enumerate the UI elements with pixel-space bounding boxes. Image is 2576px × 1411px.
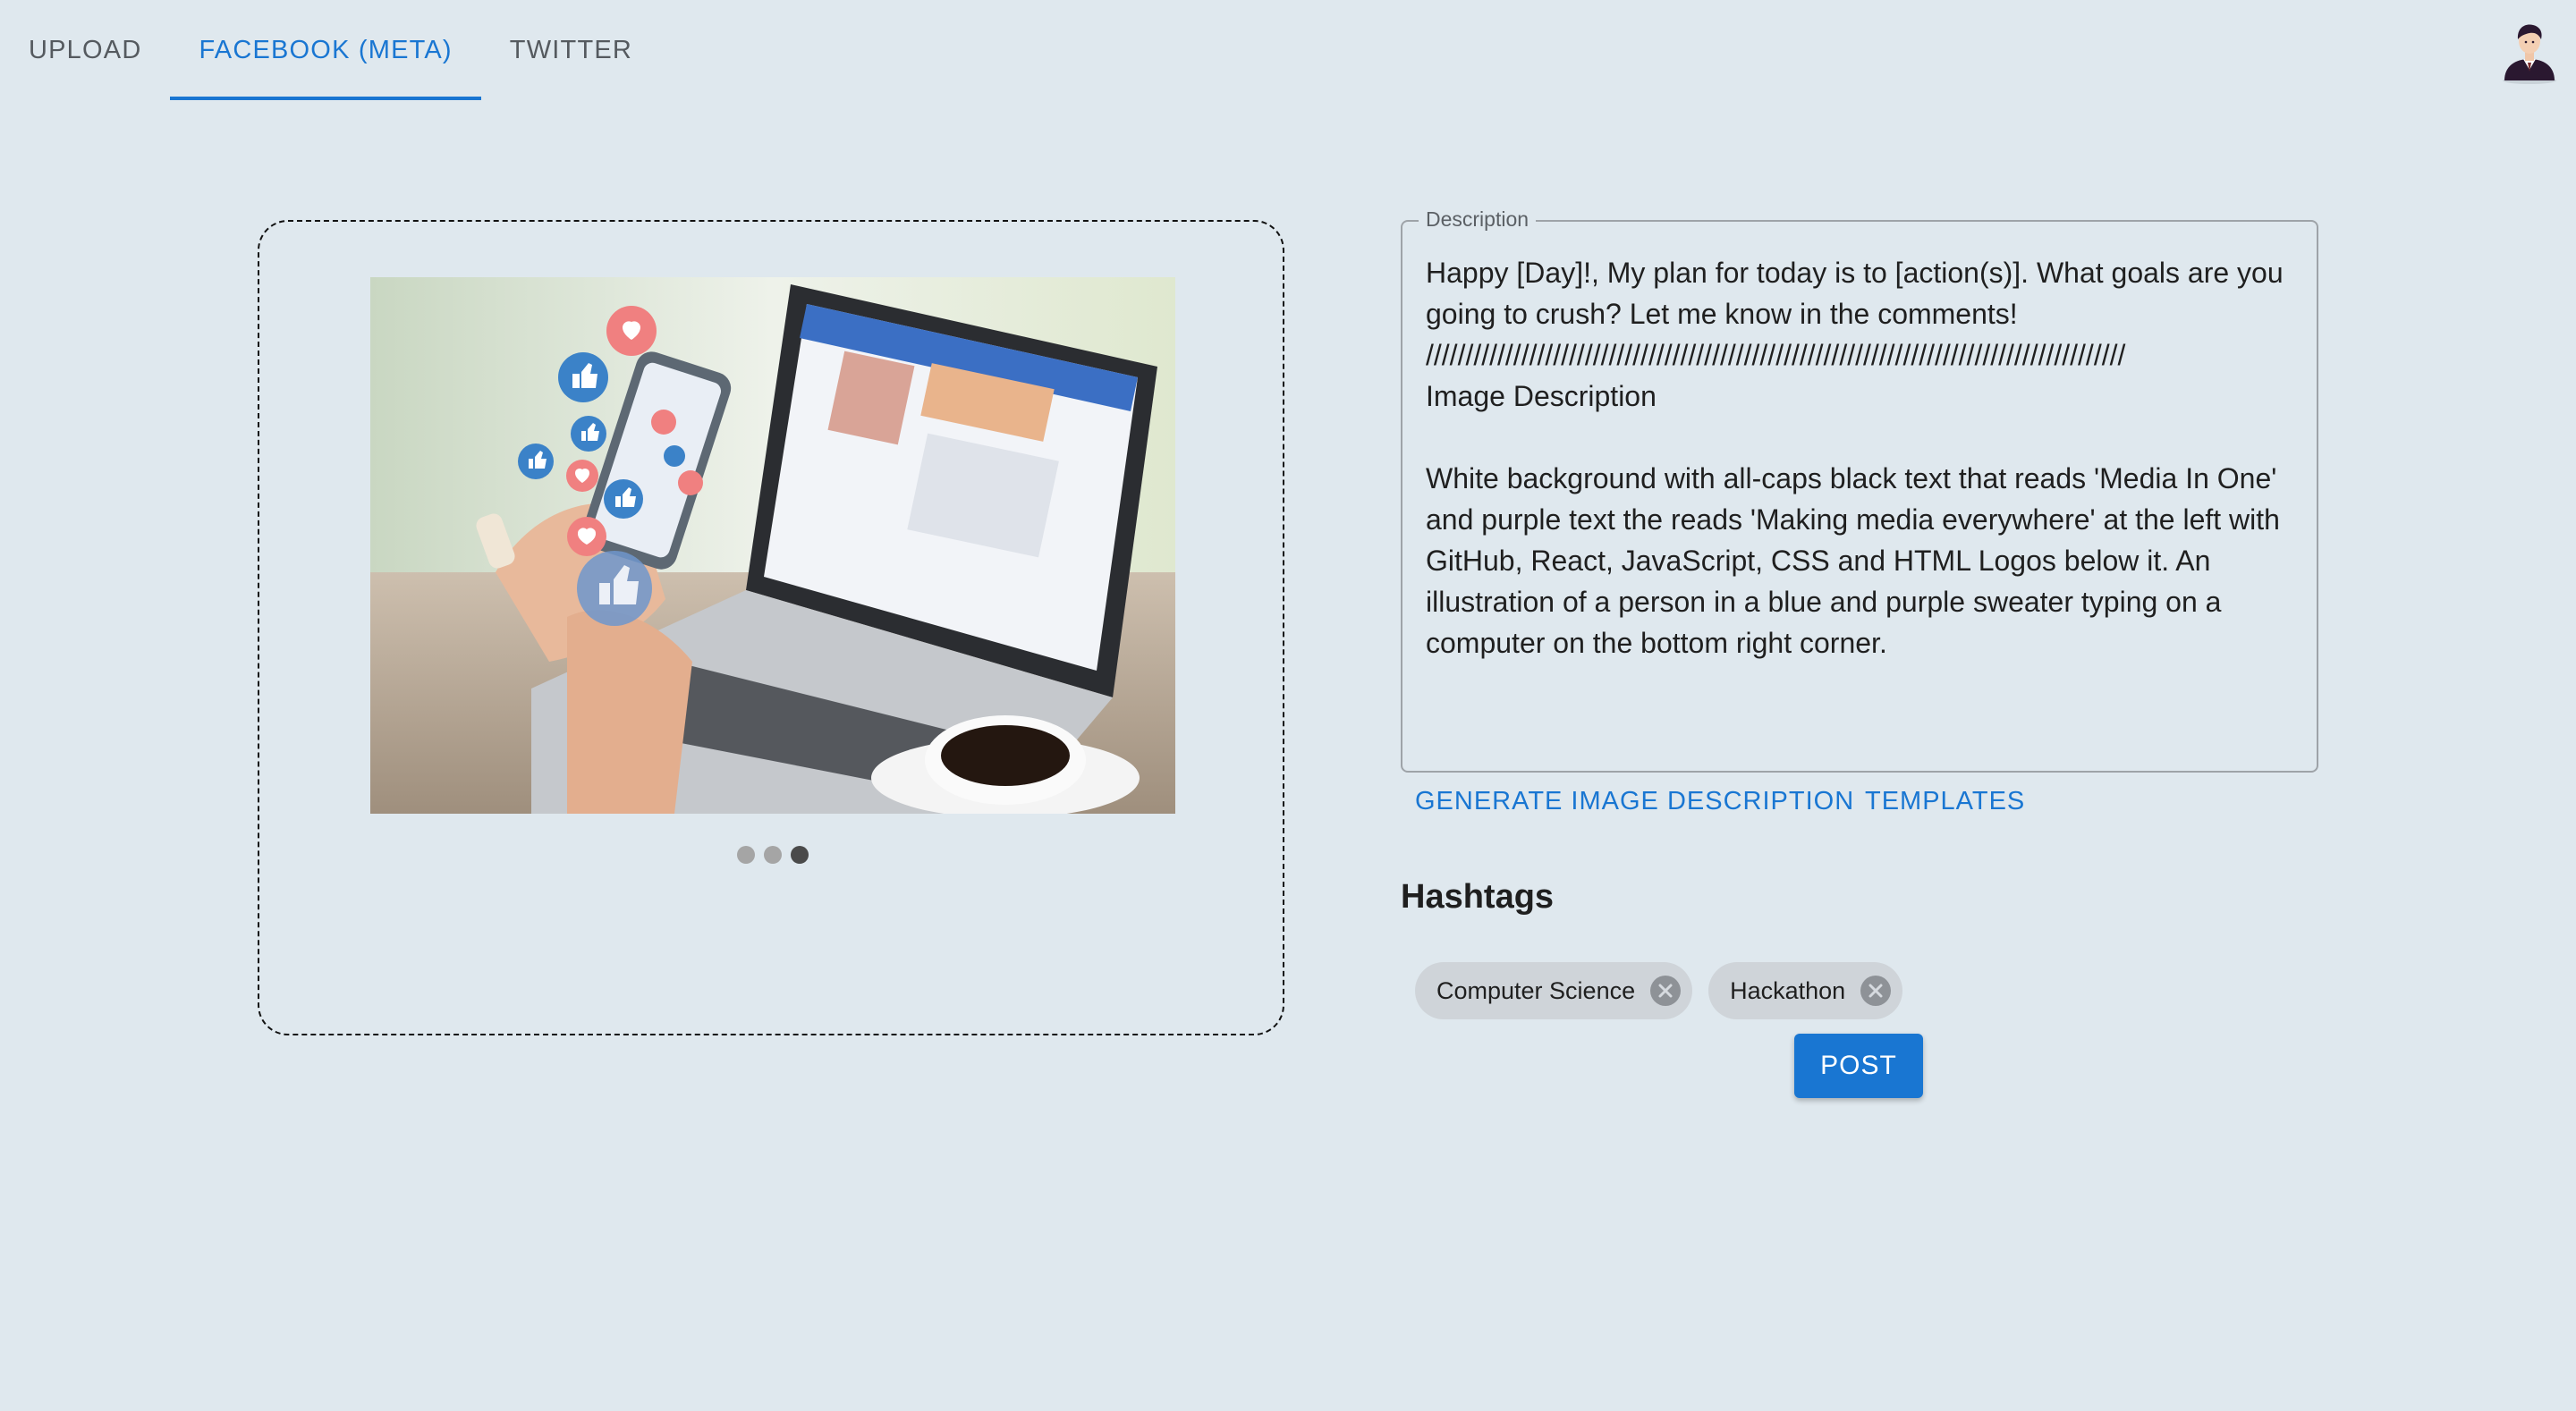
- templates-button[interactable]: TEMPLATES: [1865, 787, 2025, 816]
- hashtag-chip[interactable]: Computer Science: [1415, 962, 1693, 1019]
- image-dropzone[interactable]: [258, 220, 1284, 1035]
- tab-twitter[interactable]: TWITTER: [481, 0, 661, 100]
- carousel-dot-1[interactable]: [737, 846, 755, 864]
- social-media-photo-icon: [370, 277, 1175, 814]
- post-button[interactable]: POST: [1794, 1034, 1923, 1098]
- hashtag-chip-label: Computer Science: [1436, 976, 1636, 1004]
- hashtag-chip[interactable]: Hackathon: [1708, 962, 1903, 1019]
- description-field[interactable]: Description Happy [Day]!, My plan for to…: [1401, 207, 2318, 773]
- hashtag-chips: Computer Science Hackathon: [1415, 962, 1903, 1019]
- tab-facebook-meta[interactable]: FACEBOOK (META): [170, 0, 482, 100]
- generate-image-description-button[interactable]: GENERATE IMAGE DESCRIPTION: [1415, 787, 1854, 816]
- hashtag-chip-label: Hackathon: [1730, 976, 1846, 1004]
- close-icon[interactable]: [1860, 975, 1892, 1007]
- user-avatar-icon[interactable]: [2496, 16, 2563, 84]
- description-label: Description: [1419, 207, 1537, 232]
- carousel-image: [370, 277, 1175, 814]
- tab-upload[interactable]: UPLOAD: [0, 0, 170, 100]
- close-icon[interactable]: [1649, 975, 1682, 1007]
- description-textarea[interactable]: Happy [Day]!, My plan for today is to [a…: [1426, 252, 2293, 663]
- platform-tabs: UPLOAD FACEBOOK (META) TWITTER: [0, 0, 661, 100]
- carousel-dot-3[interactable]: [791, 846, 809, 864]
- carousel-dots: [737, 846, 809, 864]
- hashtags-title: Hashtags: [1401, 878, 1555, 916]
- carousel-dot-2[interactable]: [764, 846, 782, 864]
